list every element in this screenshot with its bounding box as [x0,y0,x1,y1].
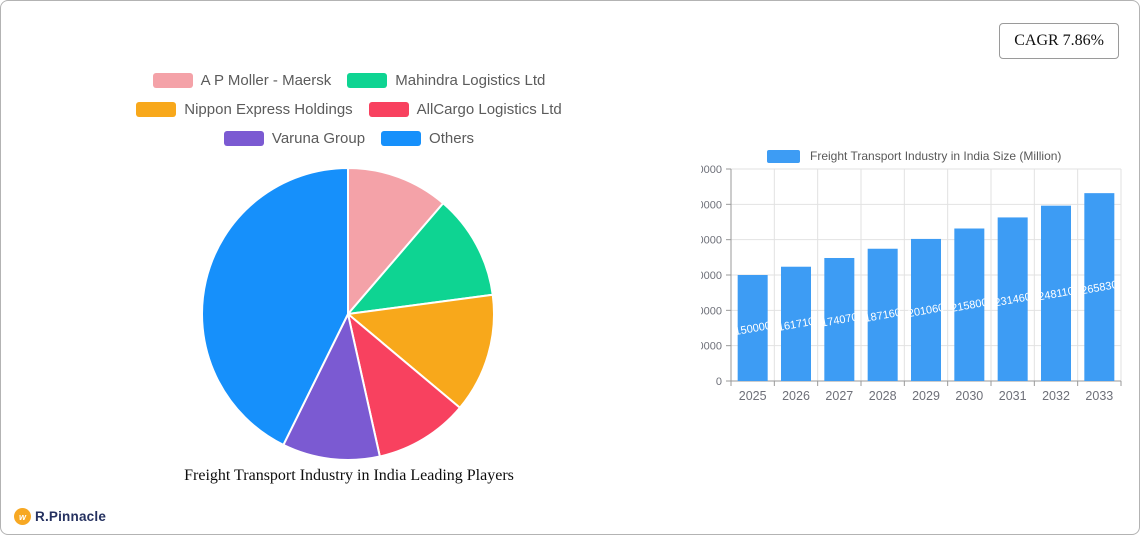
pie-legend-row: Nippon Express Holdings AllCargo Logisti… [136,101,562,118]
legend-swatch-varuna [223,131,264,146]
legend-label-others: Others [429,130,475,147]
x-tick-label: 2025 [739,389,767,403]
pie-legend-item-nippon[interactable]: Nippon Express Holdings [136,101,353,118]
legend-label-allcargo: AllCargo Logistics Ltd [416,101,562,118]
y-tick-label: 300000 [701,164,722,176]
pie-chart [200,166,498,464]
x-tick-label: 2026 [782,389,810,403]
pie-legend-item-varuna[interactable]: Varuna Group [223,130,366,147]
legend-label-maersk: A P Moller - Maersk [200,72,332,89]
cagr-badge: CAGR 7.86% [999,23,1119,59]
y-tick-label: 200000 [701,235,722,247]
brand-logo[interactable]: w R.Pinnacle [14,508,106,525]
pie-legend-row: A P Moller - Maersk Mahindra Logistics L… [152,72,545,89]
x-tick-label: 2032 [1042,389,1070,403]
pie-chart-title: Freight Transport Industry in India Lead… [184,467,514,484]
bar-chart-svg: 0500001000001500002000002500003000001500… [701,164,1122,403]
pie-legend-item-mahindra[interactable]: Mahindra Logistics Ltd [347,72,545,89]
y-tick-label: 0 [716,376,722,388]
legend-label-mahindra: Mahindra Logistics Ltd [395,72,546,89]
y-tick-label: 250000 [701,199,722,211]
pie-legend-item-allcargo[interactable]: AllCargo Logistics Ltd [368,101,562,118]
x-tick-label: 2029 [912,389,940,403]
x-tick-label: 2033 [1085,389,1113,403]
x-tick-label: 2031 [999,389,1027,403]
x-tick-label: 2030 [955,389,983,403]
legend-swatch-others [381,131,422,146]
pie-chart-svg [201,167,495,461]
brand-name: R.Pinnacle [35,509,107,524]
y-tick-label: 100000 [701,305,722,317]
legend-swatch-mahindra [347,73,388,88]
pie-legend-item-maersk[interactable]: A P Moller - Maersk [152,72,332,89]
brand-icon: w [14,508,31,525]
legend-label-varuna: Varuna Group [271,130,366,147]
legend-swatch-allcargo [368,102,409,117]
bar-chart: Freight Transport Industry in India Size… [701,145,1136,415]
y-tick-label: 150000 [701,270,722,282]
legend-swatch-nippon [136,102,177,117]
report-card: CAGR 7.86% A P Moller - Maersk Mahindra … [0,0,1140,535]
pie-legend-item-others[interactable]: Others [381,130,474,147]
x-tick-label: 2027 [825,389,853,403]
legend-label-nippon: Nippon Express Holdings [184,101,353,118]
legend-swatch-maersk [152,73,193,88]
pie-legend-row: Varuna Group Others [223,130,474,147]
x-tick-label: 2028 [869,389,897,403]
pie-legend: A P Moller - Maersk Mahindra Logistics L… [59,72,639,147]
y-tick-label: 50000 [701,341,722,353]
